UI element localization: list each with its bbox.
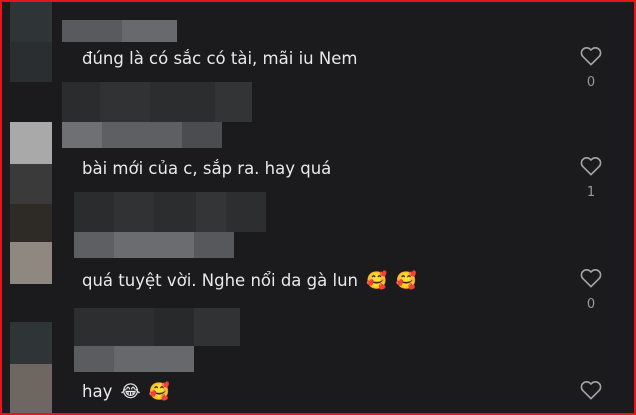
like-button[interactable]: 1 [576,156,606,200]
like-count: 0 [586,297,596,312]
comment-body: quá tuyệt vời. Nghe nổi da gà lun [82,271,358,290]
username-blurred[interactable] [62,82,252,148]
smiling-face-with-hearts-emoji: 🥰 [366,271,388,291]
like-button[interactable] [576,380,606,400]
username-blurred[interactable] [74,308,240,372]
like-count: 0 [586,75,596,90]
like-button[interactable]: 0 [576,46,606,90]
comment-text: quá tuyệt vời. Nghe nổi da gà lun 🥰 🥰 [82,270,417,292]
heart-icon[interactable] [580,380,602,400]
comment-body: bài mới của c, sắp ra. hay quá [82,159,332,178]
heart-icon[interactable] [580,156,602,176]
comment-text: đúng là có sắc có tài, mãi iu Nem [82,48,357,70]
heart-icon[interactable] [580,46,602,66]
username-blurred[interactable] [62,20,177,42]
comment-text: hay 😂 🥰 [82,381,170,403]
tears-of-joy-emoji: 😂 [120,382,141,402]
comment-list: đúng là có sắc có tài, mãi iu Nem 0 bài … [0,0,636,415]
avatar[interactable] [10,122,52,246]
smiling-face-with-hearts-emoji: 🥰 [148,382,170,402]
comment-text: bài mới của c, sắp ra. hay quá [82,158,331,180]
avatar[interactable] [10,242,52,284]
heart-icon[interactable] [580,268,602,288]
username-blurred[interactable] [74,192,266,258]
smiling-face-with-hearts-emoji: 🥰 [395,271,417,291]
comment-body: đúng là có sắc có tài, mãi iu Nem [82,49,358,68]
comment-body: hay [82,382,113,401]
avatar[interactable] [10,2,52,82]
like-count: 1 [586,185,596,200]
like-button[interactable]: 0 [576,268,606,312]
avatar[interactable] [10,322,52,413]
